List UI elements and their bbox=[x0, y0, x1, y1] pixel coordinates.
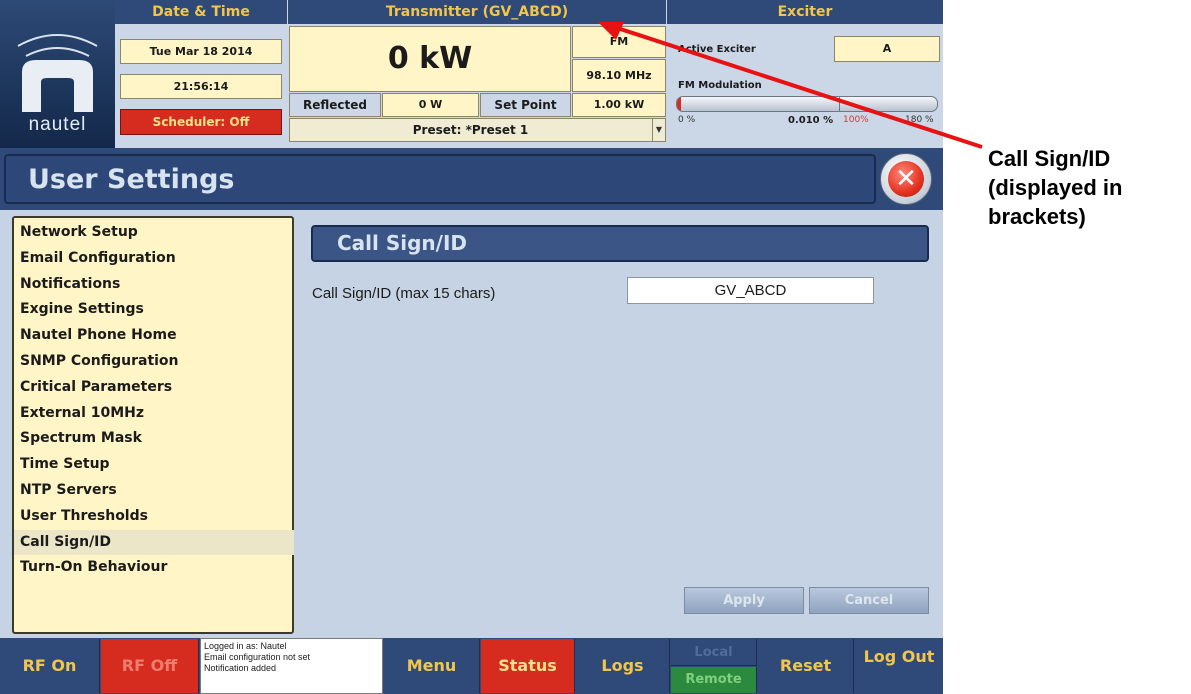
annotation-line: (displayed in bbox=[988, 175, 1123, 200]
annotation-line: brackets) bbox=[988, 204, 1086, 229]
callout-arrow-icon bbox=[598, 22, 983, 149]
annotation-line: Call Sign/ID bbox=[988, 146, 1111, 171]
callout-annotation: Call Sign/ID (displayed in brackets) bbox=[988, 144, 1188, 231]
